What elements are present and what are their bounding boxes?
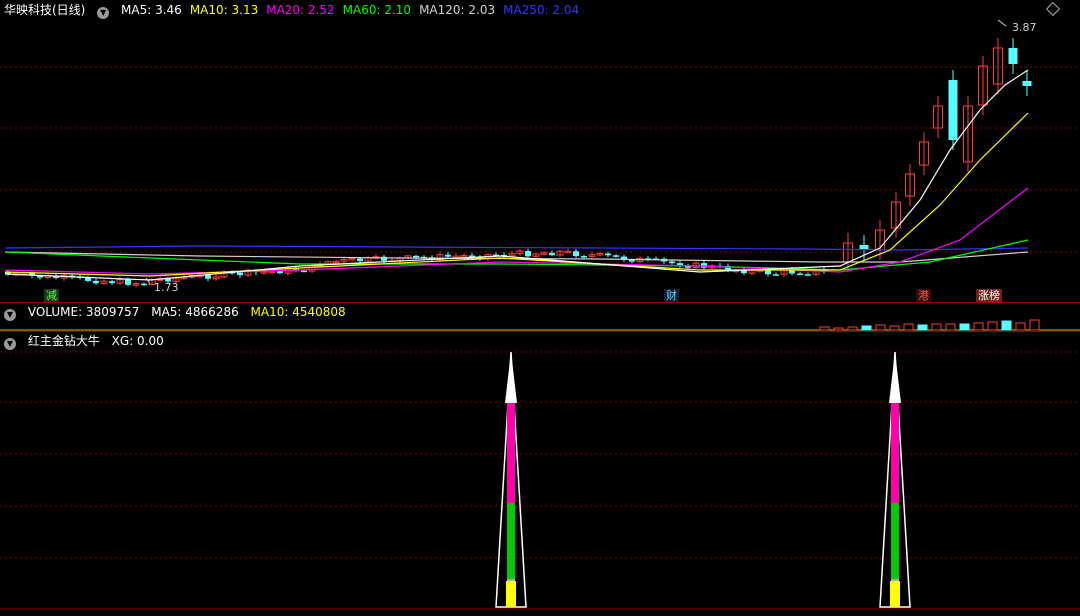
volume-bar <box>945 323 956 331</box>
indicator-chart <box>0 351 1080 610</box>
indicator-xg: XG: 0.00 <box>111 334 164 348</box>
price-chart-panel[interactable]: 华映科技(日线) ▼ MA5: 3.46 MA10: 3.13 MA20: 2.52… <box>0 0 1080 302</box>
candle-body <box>205 275 211 279</box>
low-price-label: 1.73 <box>154 281 179 294</box>
event-badge-finance[interactable]: 财 <box>664 289 679 302</box>
indicator-panel[interactable]: ▼ 红主金钻大牛 XG: 0.00 <box>0 332 1080 616</box>
ma-legend-item: MA120: 2.03 <box>419 3 496 17</box>
candle-body <box>685 266 691 268</box>
candle-body <box>797 273 803 276</box>
candle-body <box>277 271 283 274</box>
dropdown-icon[interactable]: ▼ <box>4 309 16 321</box>
candle-body <box>613 255 619 257</box>
volume-bar <box>903 323 914 331</box>
candle-body <box>525 250 531 257</box>
candle-body <box>805 274 811 276</box>
spike-yellow <box>506 581 516 607</box>
volume-bar <box>959 323 970 331</box>
volume-bar <box>847 326 858 331</box>
dropdown-icon[interactable]: ▼ <box>97 7 110 19</box>
volume-bar <box>917 324 928 331</box>
spike-magenta <box>507 403 515 503</box>
volume-value: VOLUME: 3809757 <box>27 305 140 319</box>
volume-panel[interactable]: ▼ VOLUME: 3809757 MA5: 4866286 MA10: 454… <box>0 303 1080 331</box>
volume-bar <box>1029 319 1040 331</box>
volume-bar <box>875 324 886 331</box>
candle-body <box>445 254 451 257</box>
indicator-legend: ▼ 红主金钻大牛 XG: 0.00 <box>4 334 172 350</box>
high-marker-line <box>997 19 1007 27</box>
candle-body <box>301 270 307 273</box>
candle-body <box>605 253 611 256</box>
volume-bar <box>889 325 900 331</box>
candle-body <box>1008 48 1018 64</box>
candle-body <box>93 280 99 284</box>
candle-body <box>669 261 675 264</box>
dropdown-icon[interactable]: ▼ <box>4 338 16 350</box>
candle-body <box>357 258 363 262</box>
candle-body <box>141 283 147 286</box>
volume-bar <box>1015 322 1026 331</box>
candle-body <box>125 279 131 285</box>
high-price-label: 3.87 <box>1012 21 1037 34</box>
volume-bar <box>931 323 942 331</box>
candle-body <box>413 255 419 258</box>
ma-legend: MA5: 3.46 MA10: 3.13 MA20: 2.52 MA60: 2.10 M… <box>121 3 587 17</box>
event-badge-hk[interactable]: 港 <box>916 289 931 302</box>
volume-bar <box>987 321 998 331</box>
volume-bar <box>1001 320 1012 331</box>
candle-body <box>701 263 707 268</box>
candle-body <box>1022 81 1032 86</box>
candle-body <box>549 252 555 256</box>
candle-body <box>237 272 243 276</box>
ma5-line <box>4 69 1029 281</box>
candle-body <box>948 80 958 140</box>
volume-ma10: MA10: 4540808 <box>250 305 346 319</box>
candle-body <box>629 259 635 262</box>
spike-green <box>507 503 515 579</box>
spike-yellow <box>890 581 900 607</box>
ma-legend-item: MA60: 2.10 <box>342 3 412 17</box>
stock-title: 华映科技(日线) <box>4 3 86 17</box>
spike-green <box>891 503 899 579</box>
volume-bar <box>819 326 830 331</box>
candlestick-chart[interactable] <box>0 0 1080 302</box>
volume-ma5: MA5: 4866286 <box>151 305 239 319</box>
price-legend: 华映科技(日线) ▼ MA5: 3.46 MA10: 3.13 MA20: 2.52… <box>4 3 595 19</box>
candle-body <box>773 274 779 276</box>
candle-body <box>573 251 579 257</box>
event-badge-reduce[interactable]: 减 <box>44 289 59 302</box>
ma250-line <box>4 245 1029 251</box>
indicator-name: 红主金钻大牛 <box>27 334 100 348</box>
event-badge-top-gainer[interactable]: 涨榜 <box>976 289 1002 302</box>
ma-legend-item: MA20: 2.52 <box>266 3 335 17</box>
ma-legend-item: MA5: 3.46 <box>121 3 182 17</box>
ma20-line <box>4 187 1029 275</box>
spike-magenta <box>891 403 899 503</box>
volume-bar <box>833 327 844 331</box>
ma-legend-item: MA10: 3.13 <box>189 3 259 17</box>
candle-body <box>109 281 115 284</box>
candle-body <box>581 256 587 258</box>
volume-legend: ▼ VOLUME: 3809757 MA5: 4866286 MA10: 454… <box>4 305 354 321</box>
volume-bar <box>861 325 872 331</box>
ma-legend-item: MA250: 2.04 <box>503 3 580 17</box>
volume-bar <box>973 322 984 331</box>
